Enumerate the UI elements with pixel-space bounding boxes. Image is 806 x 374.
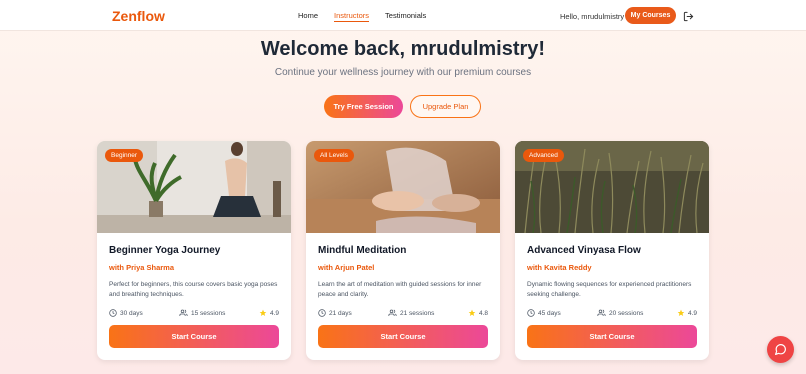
users-icon (179, 309, 188, 316)
course-title: Advanced Vinyasa Flow (527, 245, 641, 256)
nav-link-instructors[interactable]: Instructors (334, 11, 370, 22)
start-course-button[interactable]: Start Course (318, 325, 488, 348)
course-sessions: 20 sessions (609, 309, 644, 317)
nav-links: Home Instructors Testimonials (298, 11, 442, 22)
user-greeting: Hello, mrudulmistry (560, 12, 625, 21)
course-sessions: 21 sessions (400, 309, 435, 317)
start-course-button[interactable]: Start Course (109, 325, 279, 348)
start-course-button[interactable]: Start Course (527, 325, 697, 348)
course-duration: 21 days (329, 309, 352, 317)
course-meta: 21 days 21 sessions 4.8 (318, 309, 488, 319)
clock-icon (109, 309, 117, 317)
course-title: Beginner Yoga Journey (109, 245, 221, 256)
nav-link-testimonials[interactable]: Testimonials (385, 11, 426, 22)
level-badge: Beginner (105, 149, 144, 162)
course-description: Learn the art of meditation with guided … (318, 281, 482, 298)
page-subtitle: Continue your wellness journey with our … (274, 67, 532, 78)
course-description: Perfect for beginners, this course cover… (109, 281, 278, 298)
course-meta: 30 days 15 sessions 4.9 (109, 309, 279, 319)
star-icon (468, 309, 476, 316)
page-title: Welcome back, mrudulmistry! (260, 38, 546, 60)
logout-icon[interactable] (683, 9, 694, 22)
course-title: Mindful Meditation (318, 245, 407, 256)
nav-link-home[interactable]: Home (298, 11, 318, 22)
users-icon (388, 309, 397, 316)
course-rating: 4.9 (270, 309, 280, 317)
clock-icon (318, 309, 326, 317)
course-sessions: 15 sessions (191, 309, 226, 317)
course-duration: 45 days (538, 309, 561, 317)
try-free-session-button[interactable]: Try Free Session (324, 95, 403, 118)
course-description: Dynamic flowing sequences for experience… (527, 281, 692, 298)
course-meta: 45 days 20 sessions 4.9 (527, 309, 697, 319)
users-icon (597, 309, 606, 316)
brand-logo[interactable]: Zenflow (112, 8, 165, 24)
course-rating: 4.9 (688, 309, 698, 317)
chat-button[interactable] (767, 336, 794, 363)
course-duration: 30 days (120, 309, 143, 317)
upgrade-plan-button[interactable]: Upgrade Plan (410, 95, 481, 118)
course-card: Beginner Beginner Yoga Journey with Priy… (97, 141, 291, 360)
course-rating: 4.8 (479, 309, 489, 317)
course-card: All Levels Mindful Meditation with Arjun… (306, 141, 500, 360)
course-instructor: with Kavita Reddy (527, 263, 592, 272)
star-icon (677, 309, 685, 316)
chat-icon (775, 344, 786, 355)
course-instructor: with Priya Sharma (109, 263, 175, 272)
course-card: Advanced Advanced Vinyasa Flow with Kavi… (515, 141, 709, 360)
top-navbar: Zenflow Home Instructors Testimonials He… (0, 0, 806, 31)
my-courses-button[interactable]: My Courses (625, 7, 676, 24)
course-instructor: with Arjun Patel (318, 263, 375, 272)
star-icon (259, 309, 267, 316)
clock-icon (527, 309, 535, 317)
level-badge: All Levels (314, 149, 354, 162)
level-badge: Advanced (523, 149, 564, 162)
